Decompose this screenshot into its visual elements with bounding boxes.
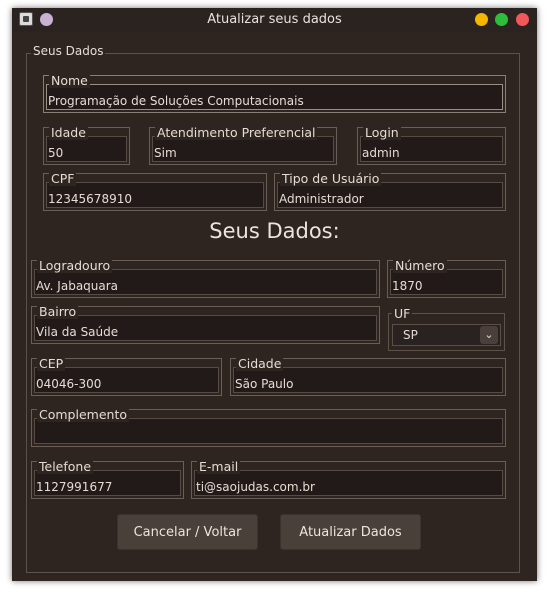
cep-label: CEP <box>37 356 66 371</box>
atendimento-preferencial-value: Sim <box>154 146 177 160</box>
cep-field[interactable]: CEP 04046-300 <box>31 356 222 396</box>
login-label: Login <box>363 125 401 140</box>
numero-label: Número <box>393 258 447 273</box>
uf-select[interactable]: SP ⌄ <box>392 324 501 346</box>
telefone-value: 1127991677 <box>36 480 113 494</box>
idade-field[interactable]: Idade 50 <box>43 125 130 165</box>
title-bar[interactable]: Atualizar seus dados <box>12 8 537 32</box>
cidade-value: São Paulo <box>235 377 294 391</box>
nome-field[interactable]: Nome Programação de Soluções Computacion… <box>43 73 506 113</box>
telefone-label: Telefone <box>37 459 94 474</box>
uf-label: UF <box>392 306 413 321</box>
uf-selected-value: SP <box>403 328 418 342</box>
cancel-button[interactable]: Cancelar / Voltar <box>117 514 258 550</box>
cpf-value: 12345678910 <box>48 192 132 206</box>
tipo-usuario-value: Administrador <box>279 192 364 206</box>
numero-value: 1870 <box>392 279 423 293</box>
logradouro-value: Av. Jabaquara <box>36 279 119 293</box>
cpf-field[interactable]: CPF 12345678910 <box>43 171 267 211</box>
cpf-label: CPF <box>49 171 77 186</box>
login-value: admin <box>362 146 400 160</box>
email-label: E-mail <box>197 459 241 474</box>
telefone-field[interactable]: Telefone 1127991677 <box>31 459 184 499</box>
seus-dados-legend: Seus Dados <box>31 44 106 58</box>
email-value: ti@saojudas.com.br <box>196 480 315 494</box>
numero-field[interactable]: Número 1870 <box>387 258 506 298</box>
cidade-field[interactable]: Cidade São Paulo <box>230 356 506 396</box>
chevron-down-icon[interactable]: ⌄ <box>480 326 498 344</box>
tipo-usuario-field[interactable]: Tipo de Usuário Administrador <box>274 171 506 211</box>
complemento-label: Complemento <box>37 407 129 422</box>
bairro-value: Vila da Saúde <box>36 325 119 339</box>
login-field[interactable]: Login admin <box>357 125 506 165</box>
bairro-label: Bairro <box>37 304 79 319</box>
email-field[interactable]: E-mail ti@saojudas.com.br <box>191 459 506 499</box>
minimize-icon[interactable] <box>475 13 488 26</box>
complemento-field[interactable]: Complemento <box>31 407 506 447</box>
logradouro-field[interactable]: Logradouro Av. Jabaquara <box>31 258 380 298</box>
atendimento-preferencial-label: Atendimento Preferencial <box>155 125 318 140</box>
nome-value: Programação de Soluções Computacionais <box>48 94 304 108</box>
tipo-usuario-label: Tipo de Usuário <box>280 171 382 186</box>
atendimento-preferencial-field[interactable]: Atendimento Preferencial Sim <box>149 125 337 165</box>
nome-label: Nome <box>49 73 90 88</box>
close-icon[interactable] <box>516 13 529 26</box>
idade-label: Idade <box>49 125 88 140</box>
maximize-icon[interactable] <box>495 13 508 26</box>
app-window: Atualizar seus dados Seus Dados Nome Pro… <box>12 8 537 581</box>
window-title: Atualizar seus dados <box>207 12 342 27</box>
idade-value: 50 <box>48 146 64 160</box>
cep-value: 04046-300 <box>36 377 102 391</box>
cidade-label: Cidade <box>236 356 284 371</box>
logradouro-label: Logradouro <box>37 258 113 273</box>
bairro-field[interactable]: Bairro Vila da Saúde <box>31 304 380 344</box>
update-button[interactable]: Atualizar Dados <box>280 514 421 550</box>
address-heading: Seus Dados: <box>209 219 340 243</box>
